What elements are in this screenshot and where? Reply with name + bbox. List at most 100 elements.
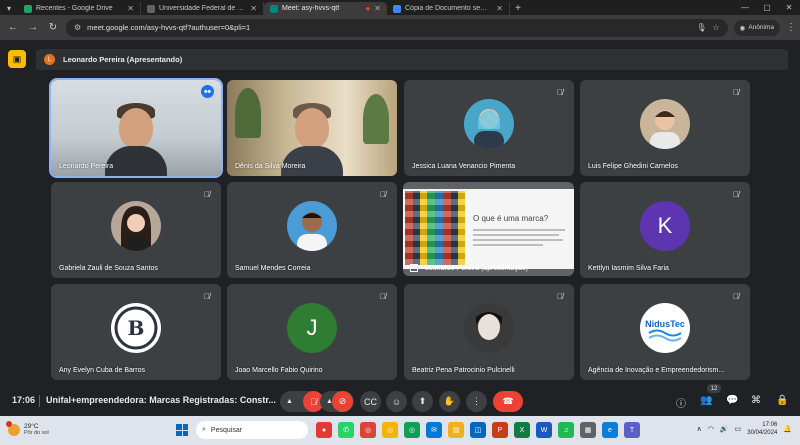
mic-off-icon: 🎙̸ (380, 291, 386, 301)
avatar (464, 99, 514, 150)
site-info-icon[interactable]: ⚙ (74, 23, 81, 32)
participant-tile[interactable]: ⦁⦁ Leonardo Pereira (49, 78, 223, 178)
participant-name: Kettlyn Iasmim Silva Faria (588, 265, 669, 272)
reload-icon[interactable]: ↻ (46, 22, 60, 33)
teams-icon[interactable]: T (624, 422, 640, 438)
calculator-icon[interactable]: ▦ (580, 422, 596, 438)
captions-button[interactable]: CC (360, 391, 381, 412)
tab-google-drive[interactable]: Recentes - Google Drive ✕ (18, 2, 141, 15)
participant-tile[interactable]: 🎙̸ Luis Felipe Ghedini Carnelos (580, 80, 750, 176)
close-icon[interactable]: ✕ (250, 4, 257, 13)
edge-icon[interactable]: e (602, 422, 618, 438)
notifications-icon[interactable]: 🔔 (783, 425, 792, 433)
chrome-icon[interactable]: ◎ (360, 422, 376, 438)
new-tab-button[interactable]: + (510, 2, 526, 15)
mic-off-icon: 🎙̸ (733, 291, 739, 301)
window-close-icon[interactable]: ✕ (778, 0, 800, 15)
store-icon[interactable]: ◫ (470, 422, 486, 438)
mic-off-icon: 🎙̸ (204, 291, 210, 301)
people-icon[interactable]: 👥 (700, 395, 712, 406)
more-options-button[interactable]: ⋮ (466, 391, 487, 412)
participant-name: Agência de Inovação e Empreendedorism... (588, 367, 725, 374)
url-text[interactable]: meet.google.com/asy-hvvs-qtf?authuser=0&… (87, 23, 690, 32)
outlook-icon[interactable]: ✉ (426, 422, 442, 438)
reactions-button[interactable]: ☺ (386, 391, 407, 412)
bookmark-star-icon[interactable]: ☆ (713, 23, 720, 32)
participant-tile[interactable]: 🎙̸ Gabriela Zauli de Souza Santos (51, 182, 221, 278)
chrome-profile-icon[interactable]: ◎ (382, 422, 398, 438)
incognito-icon: ◉ (739, 24, 746, 32)
tab-docs[interactable]: Cópia de Documento sem título ✕ (387, 2, 510, 15)
brand-logos-image (405, 191, 465, 265)
presenter-banner: L Leonardo Pereira (Apresentando) (36, 49, 788, 70)
participant-tile[interactable]: 🎙̸ B Any Evelyn Cuba de Barros (51, 284, 221, 380)
address-bar[interactable]: ⚙ meet.google.com/asy-hvvs-qtf?authuser=… (66, 18, 728, 37)
tab-meet[interactable]: Meet: asy-hvvs-qtf ● ✕ (264, 2, 387, 15)
presentation-tile[interactable]: O que é uma marca? Leonardo Pereira (apr… (403, 182, 574, 276)
activities-icon[interactable]: ⌘ (751, 395, 761, 406)
windows-start-icon[interactable] (176, 424, 188, 436)
close-icon[interactable]: ✕ (496, 4, 503, 13)
forward-icon[interactable]: → (26, 22, 40, 33)
presenter-banner-text: Leonardo Pereira (Apresentando) (63, 55, 183, 64)
file-explorer-icon[interactable]: ▤ (448, 422, 464, 438)
participant-tile[interactable]: Dênis da Silva Moreira (227, 80, 397, 176)
tab-label: Universidade Federal de Alfenas (159, 5, 246, 12)
whatsapp-icon[interactable]: ✆ (338, 422, 354, 438)
chrome-alt-icon[interactable]: ◎ (404, 422, 420, 438)
svg-text:B: B (128, 316, 145, 340)
participant-name: Luis Felipe Ghedini Carnelos (588, 163, 678, 170)
avatar (640, 99, 690, 150)
back-icon[interactable]: ← (6, 22, 20, 33)
chevron-up-icon[interactable]: ▲ (286, 398, 293, 405)
participant-tile[interactable]: 🎙̸ Samuel Mendes Correia (227, 182, 397, 278)
search-icon: ⌕ (202, 426, 206, 433)
participant-tile[interactable]: 🎙̸ J Joao Marcello Fabio Quirino (227, 284, 397, 380)
camera-toggle-button[interactable]: ⊘ (332, 391, 353, 412)
strawberry-app-icon[interactable]: ● (316, 422, 332, 438)
participant-name: Any Evelyn Cuba de Barros (59, 367, 145, 374)
browser-menu-icon[interactable]: ⋮ (786, 22, 796, 33)
battery-icon[interactable]: ▭ (735, 425, 742, 433)
minimize-icon[interactable]: — (734, 0, 756, 15)
chat-icon[interactable]: 💬 (726, 395, 738, 406)
tab-unifal[interactable]: Universidade Federal de Alfenas ✕ (141, 2, 264, 15)
close-icon[interactable]: ✕ (127, 4, 134, 13)
participant-name: Dênis da Silva Moreira (235, 163, 306, 170)
spotify-icon[interactable]: ♫ (558, 422, 574, 438)
svg-text:NidusTec: NidusTec (645, 319, 685, 329)
tab-search-icon[interactable]: ▾ (0, 2, 18, 15)
participant-tile[interactable]: 🎙̸ Beatriz Pena Patrocinio Pulcinelli (404, 284, 574, 380)
present-now-button[interactable]: ⬆ (412, 391, 433, 412)
tab-label: Meet: asy-hvvs-qtf (282, 5, 340, 12)
word-icon[interactable]: W (536, 422, 552, 438)
maximize-icon[interactable]: ▢ (756, 0, 778, 15)
sun-icon (6, 421, 20, 436)
taskbar-search[interactable]: ⌕ Pesquisar (196, 421, 308, 439)
wifi-icon[interactable]: ◠ (708, 425, 714, 433)
weather-widget[interactable]: 29°C Pôr do sol (6, 421, 49, 437)
mic-options-button[interactable]: ▲ 🎙̸ (280, 391, 324, 412)
close-icon[interactable]: ✕ (374, 4, 381, 13)
avatar-letter: J (306, 315, 318, 341)
tab-label: Recentes - Google Drive (36, 5, 113, 12)
leave-call-button[interactable]: ☎ (493, 391, 523, 412)
raise-hand-button[interactable]: ✋ (439, 391, 460, 412)
excel-icon[interactable]: X (514, 422, 530, 438)
participant-tile[interactable]: 🎙̸ Jessica Luana Venancio Pimenta (404, 80, 574, 176)
meeting-info-icon[interactable]: ⓘ (676, 395, 686, 410)
participant-tile[interactable]: 🎙̸ NidusTec Agência de Inovação e Empree… (580, 284, 750, 380)
meet-controls-bar: 17:06 Unifal+empreendedora: Marcas Regis… (0, 386, 800, 416)
presentation-icon[interactable]: ▣ (8, 50, 26, 68)
system-clock[interactable]: 17:06 30/04/2024 (747, 421, 777, 437)
chevron-up-icon[interactable]: ∧ (697, 425, 702, 433)
profile-button[interactable]: ◉ Anônima (733, 19, 780, 36)
recording-dot-icon: ● (365, 4, 371, 13)
microphone-icon[interactable]: 🎙 (696, 23, 706, 32)
volume-icon[interactable]: 🔊 (720, 425, 729, 433)
avatar: NidusTec (640, 303, 690, 354)
powerpoint-icon[interactable]: P (492, 422, 508, 438)
screen: ▾ Recentes - Google Drive ✕ Universidade… (0, 0, 800, 445)
participant-tile[interactable]: 🎙̸ K Kettlyn Iasmim Silva Faria (580, 182, 750, 278)
host-controls-icon[interactable]: 🔒 (776, 395, 788, 406)
